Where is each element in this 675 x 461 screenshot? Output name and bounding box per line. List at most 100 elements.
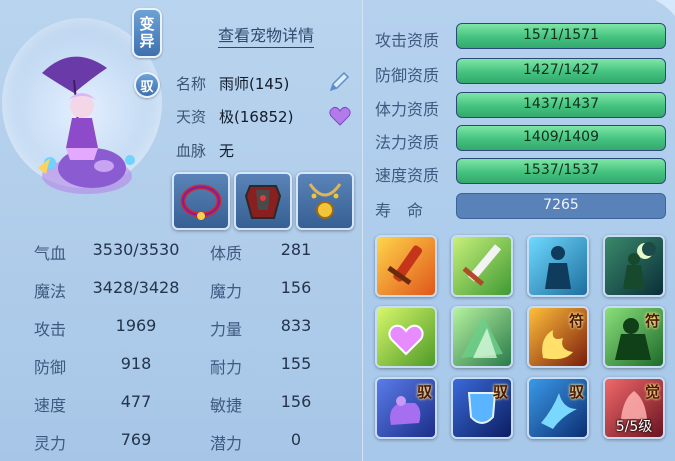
equip-slot-3[interactable]: [296, 172, 354, 230]
heart-icon[interactable]: [329, 106, 351, 126]
aptitude-label: 天资: [176, 108, 207, 126]
aptitude-value: 极(16852): [219, 108, 294, 126]
bloodline-value: 无: [219, 142, 235, 160]
skill-level: 5/5级: [615, 419, 653, 435]
stat-value: 918: [120, 354, 152, 373]
attr-label: 潜力: [210, 434, 243, 453]
stat-row: 防御 918 耐力 155: [34, 352, 334, 380]
aptitude-bar: 1571/1571: [456, 23, 666, 49]
lifespan-value: 7265: [543, 197, 579, 213]
aptitude-value: 1427/1427: [523, 62, 599, 78]
aptitude-bar: 1427/1427: [456, 58, 666, 84]
skill-tag: 驭: [492, 383, 508, 401]
aptitude-value: 1537/1537: [523, 162, 599, 178]
skill-slot[interactable]: [451, 235, 513, 297]
aptitude-label: 防御资质: [375, 66, 440, 85]
bloodline-label: 血脉: [176, 142, 207, 160]
mutated-badge: 变异: [132, 8, 162, 58]
skill-slot[interactable]: 驭: [451, 377, 513, 439]
skill-slot[interactable]: 驭: [527, 377, 589, 439]
aptitude-skill-panel: 攻击资质 1571/1571 防御资质 1427/1427 体力资质 1437/…: [362, 0, 675, 461]
aptitude-label: 体力资质: [375, 100, 440, 119]
stat-value: 3428/3428: [92, 278, 180, 297]
skill-tag: 符: [568, 312, 584, 330]
stat-value: 477: [120, 392, 152, 411]
stat-label: 气血: [34, 244, 67, 263]
pet-armor-icon: [244, 185, 282, 219]
aptitude-speed-row: 速度资质 1537/1537: [374, 158, 674, 186]
aptitude-stamina-row: 体力资质 1437/1437: [374, 92, 674, 120]
stat-row: 速度 477 敏捷 156: [34, 390, 334, 418]
stat-row: 魔法 3428/3428 魔力 156: [34, 276, 334, 304]
attr-value: 833: [280, 316, 312, 335]
pet-necklace-icon: [308, 183, 342, 219]
name-value: 雨师(145): [219, 75, 290, 93]
stat-label: 魔法: [34, 282, 67, 301]
skill-slot[interactable]: 觉 5/5级: [603, 377, 665, 439]
skill-tag: 符: [644, 312, 660, 330]
skill-slot[interactable]: [603, 235, 665, 297]
skill-slot[interactable]: 符: [527, 306, 589, 368]
aptitude-defense-row: 防御资质 1427/1427: [374, 58, 674, 86]
aptitude-magic-row: 法力资质 1409/1409: [374, 125, 674, 153]
green-shard-skill-icon: [461, 316, 503, 358]
aptitude-value: 1437/1437: [523, 96, 599, 112]
attr-value: 156: [280, 278, 312, 297]
aptitude-bar: 1437/1437: [456, 92, 666, 118]
stat-row: 气血 3530/3530 体质 281: [34, 238, 334, 266]
sword-strike-skill-icon: [462, 244, 502, 286]
bloodline-row: 血脉 无: [176, 140, 234, 161]
attr-label: 耐力: [210, 358, 243, 377]
attr-label: 体质: [210, 244, 243, 263]
corner-ornament-icon: [655, 0, 675, 16]
equip-slot-1[interactable]: [172, 172, 230, 230]
view-pet-details-link[interactable]: 查看宠物详情: [218, 22, 315, 48]
aptitude-bar: 1409/1409: [456, 125, 666, 151]
attr-value: 155: [280, 354, 312, 373]
skill-slot[interactable]: [527, 235, 589, 297]
skill-tag: 驭: [416, 383, 432, 401]
pet-collar-icon: [180, 184, 222, 220]
name-row: 名称 雨师(145): [176, 73, 289, 94]
aptitude-label: 攻击资质: [375, 31, 440, 50]
lifespan-bar: 7265: [456, 193, 666, 219]
pet-detail-panel: 变异 驭 查看宠物详情 名称 雨师(145) 天资 极(16852) 血脉 无: [0, 0, 675, 461]
aptitude-value: 1571/1571: [523, 27, 599, 43]
skill-slot[interactable]: 符: [603, 306, 665, 368]
aptitude-label: 速度资质: [375, 166, 440, 185]
tame-badge: 驭: [134, 72, 160, 98]
skill-slot[interactable]: [451, 306, 513, 368]
attr-label: 敏捷: [210, 396, 243, 415]
rename-pencil-icon[interactable]: [327, 70, 351, 94]
stat-label: 灵力: [34, 434, 67, 453]
stat-value: 3530/3530: [92, 240, 180, 259]
fire-sword-skill-icon: [387, 245, 423, 285]
skill-slot[interactable]: 驭: [375, 377, 437, 439]
attr-label: 魔力: [210, 282, 243, 301]
lifespan-label: 寿 命: [375, 201, 424, 220]
name-label: 名称: [176, 75, 207, 93]
stat-row: 攻击 1969 力量 833: [34, 314, 334, 342]
skill-tag: 驭: [568, 383, 584, 401]
stat-row: 灵力 769 潜力 0: [34, 428, 334, 456]
skill-slot[interactable]: [375, 306, 437, 368]
aptitude-row: 天资 极(16852): [176, 106, 293, 127]
stat-value: 769: [120, 430, 152, 449]
aptitude-attack-row: 攻击资质 1571/1571: [374, 23, 674, 51]
equip-slot-2[interactable]: [234, 172, 292, 230]
aptitude-value: 1409/1409: [523, 129, 599, 145]
lifespan-row: 寿 命 7265: [374, 193, 674, 221]
aptitude-label: 法力资质: [375, 133, 440, 152]
attr-label: 力量: [210, 320, 243, 339]
shadow-figure-skill-icon: [545, 246, 571, 289]
night-warrior-skill-icon: [623, 242, 656, 289]
skill-tag: 觉: [644, 383, 660, 401]
aptitude-bar: 1537/1537: [456, 158, 666, 184]
stat-label: 防御: [34, 358, 67, 377]
skill-slot[interactable]: [375, 235, 437, 297]
attr-value: 156: [280, 392, 312, 411]
stat-value: 1969: [115, 316, 157, 335]
heart-shield-skill-icon: [388, 324, 424, 356]
attr-value: 281: [280, 240, 312, 259]
attr-value: 0: [290, 430, 302, 449]
